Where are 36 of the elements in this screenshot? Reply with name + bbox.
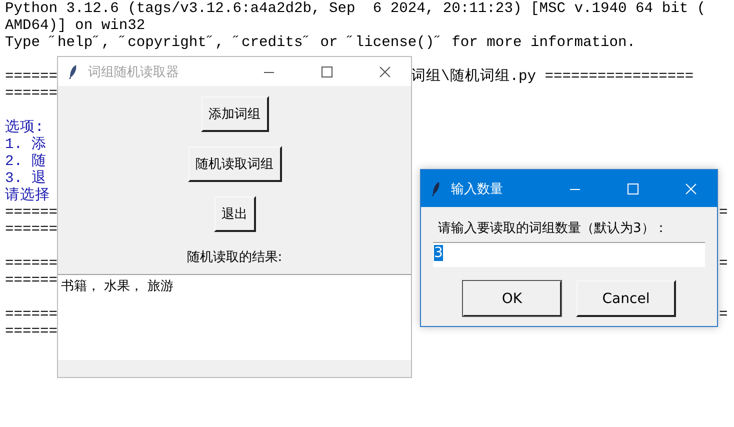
- console-line: ======: [5, 69, 58, 85]
- feather-icon: [431, 180, 441, 196]
- console-line: =: [719, 205, 728, 222]
- app-button[interactable]: 随机读取词组: [188, 146, 282, 182]
- console-line: AMD64)] on win32: [5, 18, 146, 34]
- console-line: Type ˝help˝, ˝copyright˝, ˝credits˝ or ˝license()˝ for more information.: [5, 35, 636, 51]
- dialog-title: 输入数量: [451, 180, 503, 198]
- close-icon[interactable]: [379, 66, 391, 78]
- prompt-label: 请输入要读取的词组数量（默认为3）：: [437, 220, 668, 237]
- feather-icon: [68, 64, 78, 80]
- app-button[interactable]: 添加词组: [200, 96, 268, 132]
- input-field[interactable]: 3: [433, 242, 705, 267]
- console-line: ======: [5, 324, 58, 340]
- dialog-button[interactable]: OK: [462, 280, 562, 317]
- result-text: 书籍， 水果， 旅游: [61, 279, 174, 294]
- dialog-button[interactable]: Cancel: [576, 280, 676, 317]
- console-line: =: [719, 256, 728, 273]
- result-label: 随机读取的结果:: [186, 249, 282, 267]
- result-text-area[interactable]: 书籍， 水果， 旅游: [58, 274, 411, 360]
- console-line: ======: [5, 307, 58, 323]
- console-line: ======: [5, 273, 58, 289]
- maximize-icon[interactable]: [321, 66, 333, 78]
- console-line: ======: [5, 222, 58, 238]
- console-line: ======: [5, 205, 58, 221]
- app-button[interactable]: 退出: [214, 196, 256, 232]
- console-line: 1. 添: [5, 137, 46, 153]
- console-line: =: [719, 307, 728, 324]
- window-title: 词组随机读取器: [88, 64, 179, 80]
- console-line: 词组\随机词组.py =================: [411, 69, 694, 86]
- console-line: 选项:: [5, 120, 44, 136]
- console-line: 请选择: [5, 188, 50, 204]
- console-line: 3. 退: [5, 171, 46, 187]
- console-line: ======: [5, 256, 58, 272]
- console-line: ======: [5, 86, 58, 102]
- console-line: Python 3.12.6 (tags/v3.12.6:a4a2d2b, Sep 6 2024, 20:11:23) [MSC v.1940 64 bit (: [5, 1, 706, 17]
- console-line: 2. 随: [5, 154, 46, 170]
